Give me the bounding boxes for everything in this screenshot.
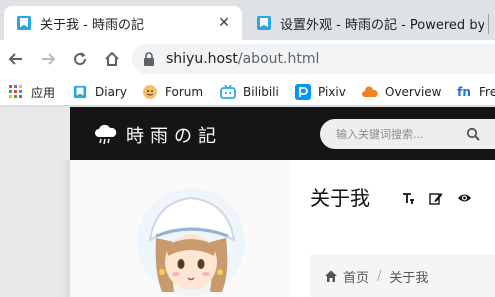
rain-cloud-icon (95, 124, 117, 145)
tab-about[interactable]: 关于我 - 時雨の記 ✕ (4, 6, 242, 40)
font-size-icon[interactable] (400, 190, 416, 206)
tab-title: 关于我 - 時雨の記 (40, 17, 144, 33)
breadcrumb-home-link[interactable]: 首页 (343, 267, 369, 286)
bookmark-blue-icon (72, 84, 88, 100)
search-icon[interactable] (466, 127, 480, 141)
tab-strip: 关于我 - 時雨の記 ✕ 设置外观 - 時雨の記 - Powered by (0, 0, 495, 40)
page-viewport: 時雨の記 输入关键词搜索... 关于我 首页 / 关于我 (0, 107, 495, 297)
fn-icon: fn (457, 85, 471, 99)
cloud-overview-icon (362, 84, 378, 100)
search-input[interactable] (336, 127, 454, 141)
reload-button[interactable] (68, 47, 92, 71)
bookmark-pixiv[interactable]: Pixiv (295, 82, 346, 102)
bookmark-label: Pixiv (318, 85, 346, 99)
tab-settings-appearance[interactable]: 设置外观 - 時雨の記 - Powered by (244, 6, 484, 40)
site-header: 時雨の記 (70, 107, 495, 160)
page-content: 关于我 首页 / 关于我 (70, 160, 495, 297)
bookmark-label: Overview (385, 85, 442, 99)
bookmark-label: 应用 (31, 85, 56, 100)
site-search (320, 119, 495, 149)
bookmark-blue-icon (257, 16, 271, 30)
page-title: 关于我 (310, 186, 370, 210)
breadcrumb: 首页 / 关于我 (310, 254, 495, 297)
back-button[interactable] (4, 47, 28, 71)
home-icon (325, 270, 337, 282)
forward-arrow-icon (42, 53, 56, 65)
url-text: shiyu.host/about.html (166, 51, 319, 67)
breadcrumb-separator: / (377, 268, 382, 284)
reload-icon (74, 52, 87, 66)
bookmark-apps[interactable]: 应用 (8, 82, 55, 102)
lock-icon[interactable] (142, 52, 156, 66)
forum-face-icon (142, 84, 158, 100)
bilibili-icon (220, 84, 236, 100)
article-main: 关于我 首页 / 关于我 (290, 160, 495, 297)
bookmark-label: Bilibili (243, 85, 279, 99)
close-tab-icon[interactable]: ✕ (214, 13, 234, 33)
url-path: /about.html (237, 51, 320, 67)
site-logo[interactable]: 時雨の記 (94, 122, 222, 148)
bookmark-blue-icon (17, 16, 31, 30)
bookmark-forum[interactable]: Forum (142, 82, 203, 102)
site-name: 時雨の記 (126, 126, 222, 147)
back-arrow-icon (8, 53, 22, 65)
bookmark-bilibili[interactable]: Bilibili (220, 82, 279, 102)
bookmark-diary[interactable]: Diary (72, 82, 127, 102)
edit-icon[interactable] (428, 190, 444, 206)
eye-icon[interactable] (456, 190, 472, 206)
tab-divider (488, 14, 489, 34)
pixiv-icon (295, 84, 311, 100)
address-bar[interactable]: shiyu.host/about.html (132, 44, 495, 74)
bookmark-label: Fre (479, 85, 495, 99)
profile-sidebar (70, 160, 290, 297)
forward-button[interactable] (36, 47, 60, 71)
bookmarks-bar: 应用 Diary Forum Bilibili Pixiv Overview f… (0, 78, 495, 106)
bookmark-label: Diary (95, 85, 127, 99)
breadcrumb-current: 关于我 (389, 270, 429, 286)
tab-title: 设置外观 - 時雨の記 - Powered by (280, 17, 484, 33)
bookmark-label: Forum (165, 85, 204, 99)
bookmark-overview[interactable]: Overview (362, 82, 442, 102)
apps-grid-icon (8, 84, 24, 100)
url-host: shiyu.host (166, 51, 238, 67)
avatar[interactable] (136, 182, 246, 297)
home-button[interactable] (100, 47, 124, 71)
bookmark-fn[interactable]: fn Fre (456, 82, 495, 102)
browser-toolbar: shiyu.host/about.html (0, 40, 495, 78)
page-shadow (60, 160, 70, 297)
home-icon (105, 51, 119, 66)
